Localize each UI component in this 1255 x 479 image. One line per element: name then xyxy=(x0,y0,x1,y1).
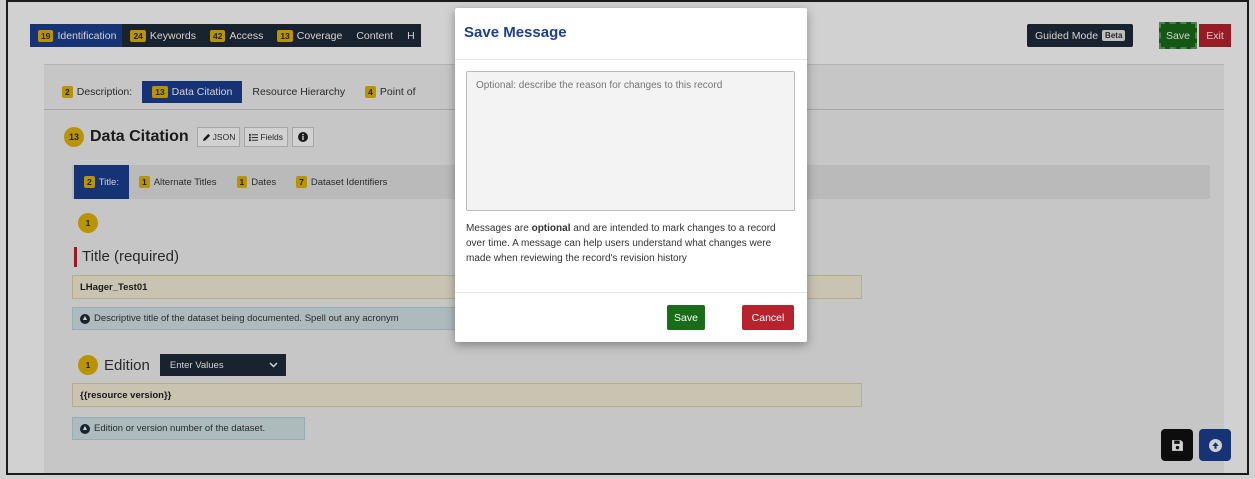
message-text-pre: Messages are xyxy=(466,223,532,234)
dialog-title: Save Message xyxy=(464,24,567,41)
dialog-footer: Save Cancel xyxy=(455,292,807,342)
dialog-save-button[interactable]: Save xyxy=(667,305,705,330)
dialog-header: Save Message xyxy=(455,8,807,60)
dialog-cancel-button[interactable]: Cancel xyxy=(742,305,794,330)
message-textarea[interactable] xyxy=(466,71,795,211)
save-message-dialog: Save Message Messages are optional and a… xyxy=(455,8,807,342)
message-text-bold: optional xyxy=(531,223,571,234)
dialog-message: Messages are optional and are intended t… xyxy=(466,221,796,266)
